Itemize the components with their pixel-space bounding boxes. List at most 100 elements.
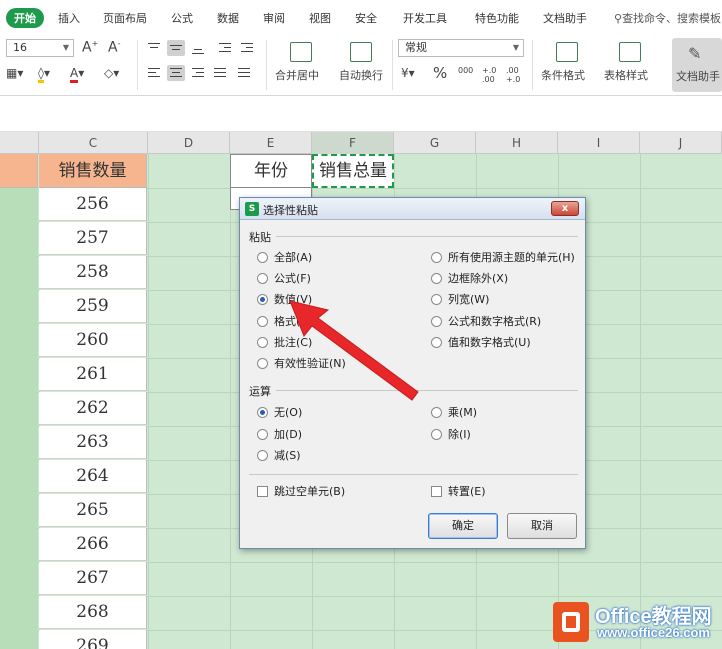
radio-option[interactable]: 格式(T) xyxy=(257,315,311,329)
column-header-b[interactable] xyxy=(0,132,39,154)
divider xyxy=(266,40,267,90)
align-middle-icon[interactable] xyxy=(167,40,185,56)
ribbon-tab-bar: 开始 插入 页面布局 公式 数据 审阅 视图 安全 开发工具 特色功能 文档助手… xyxy=(0,0,722,36)
column-b-cells[interactable] xyxy=(0,188,38,649)
table-style-button[interactable]: 表格样式 xyxy=(604,67,648,83)
align-right-icon[interactable] xyxy=(189,65,207,81)
header-cell-total-sales[interactable]: 销售总量 xyxy=(312,154,394,188)
clear-icon[interactable]: ◇▾ xyxy=(104,66,119,80)
fill-color-icon[interactable]: ◊▾ xyxy=(38,66,50,83)
decrease-font-icon[interactable]: A- xyxy=(108,39,120,56)
command-search[interactable]: ⚲查找命令、搜索模板 xyxy=(614,10,721,26)
column-header-i[interactable]: I xyxy=(558,132,640,154)
radio-option[interactable]: 除(I) xyxy=(431,428,471,442)
cancel-button[interactable]: 取消 xyxy=(507,513,577,539)
radio-icon xyxy=(431,252,442,263)
transpose-checkbox[interactable]: 转置(E) xyxy=(431,485,486,499)
column-header-d[interactable]: D xyxy=(148,132,230,154)
sales-qty-cell[interactable]: 265 xyxy=(39,494,147,527)
radio-label: 加(D) xyxy=(274,427,303,441)
table-style-icon[interactable] xyxy=(619,42,641,62)
sales-qty-cell[interactable]: 258 xyxy=(39,256,147,289)
merge-center-button[interactable]: 合并居中 xyxy=(275,67,319,83)
sales-qty-cell[interactable]: 256 xyxy=(39,188,147,221)
font-color-icon[interactable]: A▾ xyxy=(70,66,84,83)
number-format-select[interactable]: 常规 ▼ xyxy=(398,39,524,57)
header-cell-sales-qty[interactable]: 销售数量 xyxy=(39,154,147,188)
radio-option[interactable]: 值和数字格式(U) xyxy=(431,336,531,350)
radio-option[interactable]: 有效性验证(N) xyxy=(257,357,346,371)
column-header-c[interactable]: C xyxy=(39,132,148,154)
conditional-format-icon[interactable] xyxy=(556,42,578,62)
close-button[interactable]: x xyxy=(551,201,579,216)
currency-icon[interactable]: ¥▾ xyxy=(401,66,415,80)
distributed-icon[interactable] xyxy=(235,65,253,81)
tab-view[interactable]: 视图 xyxy=(309,10,331,26)
tab-security[interactable]: 安全 xyxy=(355,10,377,26)
radio-option[interactable]: 批注(C) xyxy=(257,336,312,350)
sales-qty-cell[interactable]: 264 xyxy=(39,460,147,493)
indent-decrease-icon[interactable] xyxy=(216,40,234,56)
radio-option[interactable]: 全部(A) xyxy=(257,251,312,265)
sales-qty-cell[interactable]: 267 xyxy=(39,562,147,595)
tab-review[interactable]: 审阅 xyxy=(263,10,285,26)
indent-increase-icon[interactable] xyxy=(238,40,256,56)
radio-option[interactable]: 数值(V) xyxy=(257,293,312,307)
tab-insert[interactable]: 插入 xyxy=(58,10,80,26)
align-top-icon[interactable] xyxy=(145,40,163,56)
column-header-e[interactable]: E xyxy=(230,132,312,154)
increase-decimal-button[interactable]: +.0 .00 xyxy=(482,66,500,84)
align-left-icon[interactable] xyxy=(145,65,163,81)
tab-doc-helper[interactable]: 文档助手 xyxy=(543,10,587,26)
align-center-icon[interactable] xyxy=(167,65,185,81)
tab-page-layout[interactable]: 页面布局 xyxy=(103,10,147,26)
radio-option[interactable]: 列宽(W) xyxy=(431,293,489,307)
sales-qty-cell[interactable]: 269 xyxy=(39,630,147,649)
wrap-text-icon[interactable] xyxy=(350,42,372,62)
ok-button[interactable]: 确定 xyxy=(428,513,498,539)
align-bottom-icon[interactable] xyxy=(189,40,207,56)
border-icon[interactable]: ▦▾ xyxy=(6,66,23,80)
thousands-button[interactable]: 000 xyxy=(458,66,473,75)
decrease-decimal-button[interactable]: .00 +.0 xyxy=(506,66,524,84)
conditional-format-button[interactable]: 条件格式 xyxy=(541,67,585,83)
sales-qty-cell[interactable]: 262 xyxy=(39,392,147,425)
radio-option[interactable]: 公式和数字格式(R) xyxy=(431,315,541,329)
radio-option[interactable]: 公式(F) xyxy=(257,272,311,286)
radio-option[interactable]: 边框除外(X) xyxy=(431,272,508,286)
sales-qty-cell[interactable]: 266 xyxy=(39,528,147,561)
radio-option[interactable]: 减(S) xyxy=(257,449,301,463)
sales-qty-cell[interactable]: 257 xyxy=(39,222,147,255)
font-size-select[interactable]: 16 ▼ xyxy=(6,39,74,57)
radio-option[interactable]: 无(O) xyxy=(257,406,302,420)
sales-qty-cell[interactable]: 259 xyxy=(39,290,147,323)
percent-button[interactable]: % xyxy=(433,64,447,82)
column-header-f[interactable]: F xyxy=(312,132,394,154)
radio-option[interactable]: 所有使用源主题的单元(H) xyxy=(431,251,575,265)
sales-qty-cell[interactable]: 260 xyxy=(39,324,147,357)
justify-icon[interactable] xyxy=(211,65,229,81)
column-header-h[interactable]: H xyxy=(476,132,558,154)
column-header-j[interactable]: J xyxy=(640,132,722,154)
column-header-g[interactable]: G xyxy=(394,132,476,154)
dialog-titlebar[interactable]: S 选择性粘贴 x xyxy=(240,198,585,220)
header-cell-b[interactable] xyxy=(0,154,38,188)
tab-home[interactable]: 开始 xyxy=(6,8,44,28)
doc-helper-button[interactable]: ✎ 文档助手 xyxy=(672,38,722,92)
merge-center-icon[interactable] xyxy=(290,42,312,62)
sales-qty-cell[interactable]: 268 xyxy=(39,596,147,629)
radio-option[interactable]: 乘(M) xyxy=(431,406,477,420)
tab-developer[interactable]: 开发工具 xyxy=(403,10,447,26)
header-cell-year[interactable]: 年份 xyxy=(230,154,312,188)
radio-label: 除(I) xyxy=(448,427,471,441)
sales-qty-cell[interactable]: 261 xyxy=(39,358,147,391)
wrap-text-button[interactable]: 自动换行 xyxy=(339,67,383,83)
radio-icon xyxy=(257,428,268,440)
tab-data[interactable]: 数据 xyxy=(217,10,239,26)
increase-font-icon[interactable]: A+ xyxy=(82,39,98,56)
tab-features[interactable]: 特色功能 xyxy=(475,10,519,26)
sales-qty-cell[interactable]: 263 xyxy=(39,426,147,459)
tab-formulas[interactable]: 公式 xyxy=(171,10,193,26)
skip-blanks-checkbox[interactable]: 跳过空单元(B) xyxy=(257,485,345,499)
radio-option[interactable]: 加(D) xyxy=(257,428,302,442)
